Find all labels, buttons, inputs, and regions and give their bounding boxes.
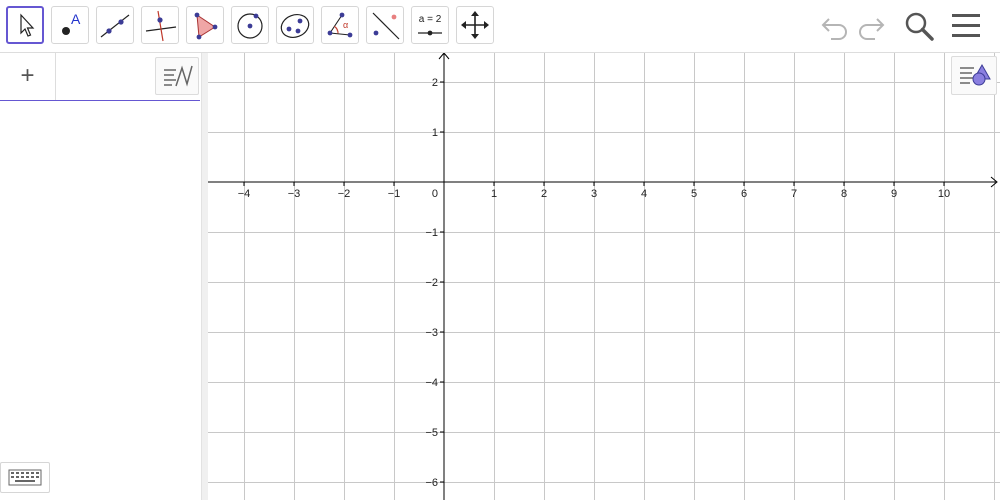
y-tick-label: 1 [432, 127, 438, 139]
graphics-style-bar-button[interactable] [951, 56, 997, 95]
circle-icon [237, 13, 263, 39]
circle-tool-button[interactable] [231, 6, 269, 44]
slider-icon [418, 30, 442, 36]
ellipse-icon [280, 14, 310, 38]
reflect-tool-button[interactable] [366, 6, 404, 44]
x-tick-label: −4 [238, 188, 251, 200]
graphics-view[interactable]: −4 −3 −2 −1 0 1 2 3 4 5 6 7 8 9 10 2 1 −1 −2 −3 −4 −5 −6 [208, 53, 1000, 500]
line-tool-button[interactable] [96, 6, 134, 44]
y-tick-label: −1 [425, 227, 438, 239]
slider-tool-button[interactable]: a = 2 [411, 6, 449, 44]
grid-lines [208, 53, 1000, 500]
move-graphics-view-tool-button[interactable] [456, 6, 494, 44]
perpendicular-line-icon [145, 10, 177, 42]
angle-tool-button[interactable]: α [321, 6, 359, 44]
algebra-style-icon [164, 65, 193, 87]
x-tick-label: 8 [841, 188, 847, 200]
ellipse-tool-button[interactable] [276, 6, 314, 44]
algebra-view: + [0, 53, 201, 500]
x-tick-label: 7 [791, 188, 797, 200]
y-tick-label: −2 [425, 277, 438, 289]
view-splitter[interactable] [201, 53, 208, 500]
menu-icon[interactable] [950, 9, 982, 41]
y-tick-label: 2 [432, 77, 438, 89]
y-tick-label: −5 [425, 427, 438, 439]
algebra-style-bar-button[interactable] [155, 57, 199, 95]
x-tick-label: 0 [432, 188, 438, 200]
reflect-icon [372, 12, 400, 40]
x-tick-label: 5 [691, 188, 697, 200]
x-tick-label: 2 [541, 188, 547, 200]
x-tick-label: −2 [338, 188, 351, 200]
move-arrows-icon [461, 11, 489, 39]
keyboard-icon [8, 469, 42, 486]
x-tick-label: −3 [288, 188, 301, 200]
search-icon[interactable] [902, 9, 936, 43]
x-tick-label: −1 [388, 188, 401, 200]
polygon-tool-button[interactable] [186, 6, 224, 44]
x-tick-label: 10 [938, 188, 950, 200]
x-tick-label: 3 [591, 188, 597, 200]
add-button[interactable]: + [0, 53, 56, 100]
point-tool-label: A [71, 11, 81, 27]
perpendicular-line-tool-button[interactable] [141, 6, 179, 44]
x-tick-label: 4 [641, 188, 647, 200]
y-tick-label: −3 [425, 327, 438, 339]
angle-tool-label: α [343, 20, 349, 30]
redo-icon[interactable] [855, 9, 887, 41]
graphics-style-icon [960, 63, 991, 86]
keyboard-button[interactable] [0, 462, 50, 493]
y-tick-label: −4 [425, 377, 438, 389]
y-tick-label: −6 [425, 477, 438, 489]
toolbar: A α a = 2 [0, 0, 1000, 53]
move-tool-button[interactable] [6, 6, 44, 44]
point-tool-button[interactable]: A [51, 6, 89, 44]
angle-icon [327, 12, 353, 38]
polygon-icon [194, 12, 218, 40]
line-icon [100, 14, 130, 38]
cursor-arrow-icon [20, 13, 35, 37]
x-tick-label: 1 [491, 188, 497, 200]
x-tick-label: 6 [741, 188, 747, 200]
point-icon [62, 27, 70, 35]
coordinate-plane[interactable]: −4 −3 −2 −1 0 1 2 3 4 5 6 7 8 9 10 2 1 −1 −2 −3 −4 −5 −6 [208, 53, 1000, 500]
x-tick-label: 9 [891, 188, 897, 200]
undo-icon[interactable] [819, 9, 851, 41]
